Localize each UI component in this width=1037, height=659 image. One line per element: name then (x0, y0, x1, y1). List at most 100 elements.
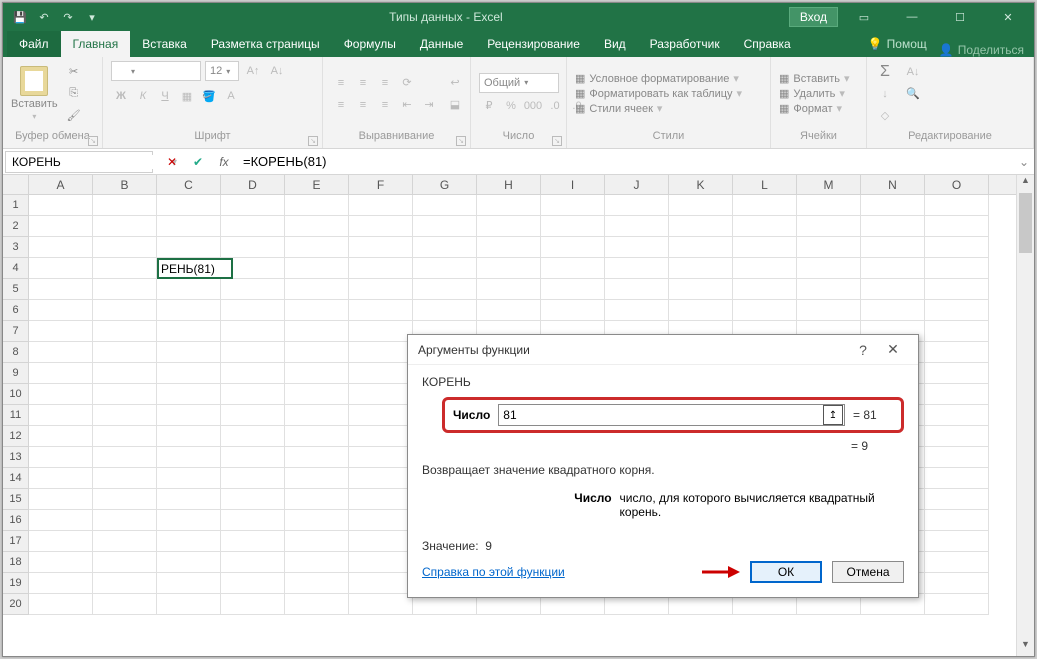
cell[interactable] (797, 216, 861, 237)
cell[interactable] (733, 300, 797, 321)
cell[interactable] (925, 300, 989, 321)
cell[interactable] (221, 363, 285, 384)
column-header[interactable]: K (669, 175, 733, 194)
cell[interactable] (221, 510, 285, 531)
cell[interactable] (93, 489, 157, 510)
cell[interactable] (477, 216, 541, 237)
cell[interactable] (221, 594, 285, 615)
column-header[interactable]: C (157, 175, 221, 194)
cell[interactable] (349, 384, 413, 405)
cell[interactable] (925, 195, 989, 216)
column-header[interactable]: O (925, 175, 989, 194)
row-header[interactable]: 12 (3, 426, 29, 447)
row-header[interactable]: 1 (3, 195, 29, 216)
cell[interactable] (285, 258, 349, 279)
cell[interactable] (605, 279, 669, 300)
tell-me[interactable]: 💡Помощ (856, 31, 939, 57)
cell[interactable] (605, 258, 669, 279)
cell[interactable] (349, 279, 413, 300)
cell[interactable] (861, 237, 925, 258)
cell[interactable] (605, 237, 669, 258)
bold-button[interactable]: Ж (111, 87, 131, 105)
cell[interactable] (285, 531, 349, 552)
cell[interactable] (925, 594, 989, 615)
cell[interactable] (797, 279, 861, 300)
cell[interactable] (157, 258, 221, 279)
comma-icon[interactable]: 000 (523, 97, 543, 115)
cell[interactable] (861, 195, 925, 216)
align-right-icon[interactable]: ≡ (375, 96, 395, 114)
percent-icon[interactable]: % (501, 97, 521, 115)
column-header[interactable]: A (29, 175, 93, 194)
cancel-button[interactable]: Отмена (832, 561, 904, 583)
cell[interactable] (477, 279, 541, 300)
cell[interactable] (29, 405, 93, 426)
cell[interactable] (413, 195, 477, 216)
cell[interactable] (221, 300, 285, 321)
cell[interactable] (925, 489, 989, 510)
share-button[interactable]: 👤Поделиться (939, 43, 1034, 57)
row-header[interactable]: 18 (3, 552, 29, 573)
cell[interactable] (29, 321, 93, 342)
cell[interactable] (669, 258, 733, 279)
cell[interactable] (477, 195, 541, 216)
cell[interactable] (29, 363, 93, 384)
cell[interactable] (29, 342, 93, 363)
column-header[interactable]: M (797, 175, 861, 194)
clear-icon[interactable]: ◇ (875, 107, 895, 125)
help-link[interactable]: Справка по этой функции (422, 565, 565, 579)
cell[interactable] (285, 363, 349, 384)
cell[interactable] (925, 321, 989, 342)
cell[interactable] (93, 447, 157, 468)
cell[interactable] (413, 237, 477, 258)
redo-icon[interactable]: ↷ (57, 6, 79, 28)
indent-dec-icon[interactable]: ⇤ (397, 96, 417, 114)
row-header[interactable]: 14 (3, 468, 29, 489)
cell[interactable] (221, 342, 285, 363)
cell[interactable] (349, 552, 413, 573)
cell[interactable] (733, 195, 797, 216)
column-header[interactable]: D (221, 175, 285, 194)
align-top-icon[interactable]: ≡ (331, 74, 351, 92)
format-as-table[interactable]: ▦Форматировать как таблицу▾ (575, 87, 742, 100)
cell[interactable] (157, 216, 221, 237)
cell[interactable] (221, 258, 285, 279)
row-header[interactable]: 13 (3, 447, 29, 468)
cell[interactable] (93, 426, 157, 447)
cell[interactable] (93, 258, 157, 279)
cell[interactable] (157, 384, 221, 405)
expand-formula-bar-icon[interactable]: ⌄ (1014, 155, 1034, 169)
cell[interactable] (221, 447, 285, 468)
cell[interactable] (157, 279, 221, 300)
close-icon[interactable]: ✕ (878, 335, 908, 365)
cell[interactable] (861, 279, 925, 300)
row-header[interactable]: 5 (3, 279, 29, 300)
dialog-launcher-icon[interactable]: ↘ (552, 136, 562, 146)
cell[interactable] (541, 237, 605, 258)
cell[interactable] (285, 573, 349, 594)
cell[interactable] (157, 426, 221, 447)
cell[interactable] (221, 489, 285, 510)
cell[interactable] (413, 300, 477, 321)
cell[interactable] (93, 594, 157, 615)
cell[interactable] (93, 342, 157, 363)
cell[interactable] (477, 300, 541, 321)
cell[interactable] (221, 552, 285, 573)
cell[interactable] (285, 384, 349, 405)
cell[interactable] (285, 279, 349, 300)
cell[interactable] (285, 405, 349, 426)
cell[interactable] (349, 489, 413, 510)
scroll-down-icon[interactable]: ▼ (1017, 639, 1034, 656)
indent-inc-icon[interactable]: ⇥ (419, 96, 439, 114)
cell[interactable] (285, 447, 349, 468)
cell[interactable] (285, 321, 349, 342)
maximize-button[interactable]: ☐ (938, 3, 982, 31)
cell[interactable] (157, 510, 221, 531)
italic-button[interactable]: К (133, 87, 153, 105)
name-box-input[interactable] (12, 155, 167, 169)
cell[interactable] (93, 573, 157, 594)
cell[interactable] (93, 531, 157, 552)
font-combo[interactable]: ▾ (111, 61, 201, 81)
delete-cells[interactable]: ▦Удалить▾ (779, 87, 850, 100)
column-header[interactable]: J (605, 175, 669, 194)
